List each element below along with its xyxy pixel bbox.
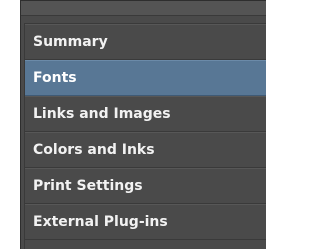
category-item-external-plug-ins[interactable]: External Plug-ins bbox=[25, 204, 266, 240]
preflight-category-panel: Summary Fonts Links and Images Colors an… bbox=[20, 0, 266, 249]
category-item-label: Colors and Inks bbox=[33, 142, 155, 158]
panel-top-strip bbox=[21, 1, 266, 16]
category-item-label: Links and Images bbox=[33, 106, 171, 122]
category-item-label: Fonts bbox=[33, 70, 77, 86]
category-item-summary[interactable]: Summary bbox=[25, 24, 266, 60]
category-item-label: Print Settings bbox=[33, 178, 143, 194]
category-item-label: Summary bbox=[33, 34, 108, 50]
category-list: Summary Fonts Links and Images Colors an… bbox=[24, 23, 266, 249]
category-item-fonts[interactable]: Fonts bbox=[25, 60, 266, 96]
category-item-colors-and-inks[interactable]: Colors and Inks bbox=[25, 132, 266, 168]
category-item-links-and-images[interactable]: Links and Images bbox=[25, 96, 266, 132]
category-item-print-settings[interactable]: Print Settings bbox=[25, 168, 266, 204]
category-item-label: External Plug-ins bbox=[33, 214, 168, 230]
